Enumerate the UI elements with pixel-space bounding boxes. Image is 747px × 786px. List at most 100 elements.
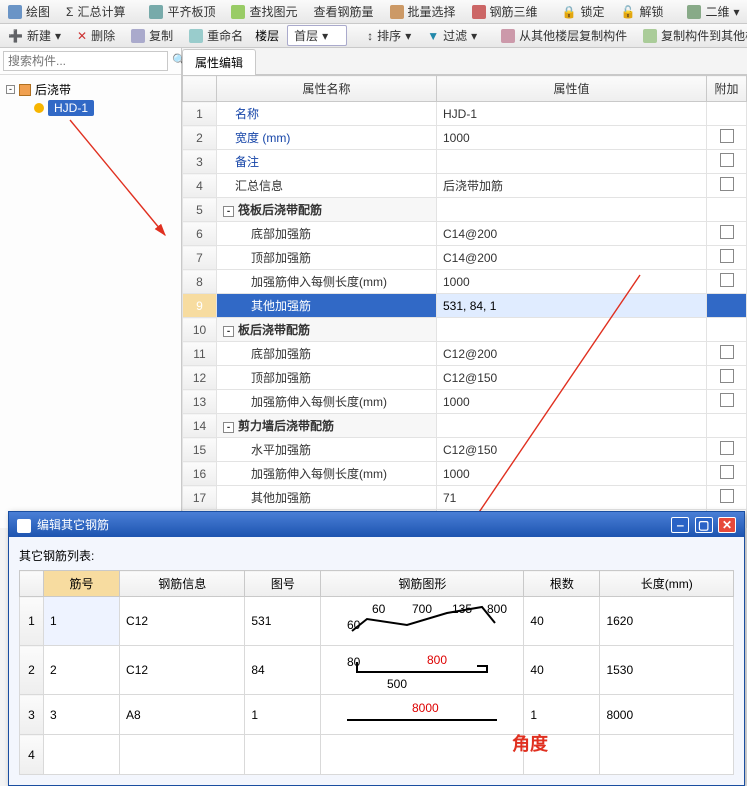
- property-row[interactable]: 1名称HJD-1: [183, 102, 747, 126]
- checkbox[interactable]: [720, 441, 734, 455]
- cell-extra[interactable]: [707, 150, 747, 174]
- checkbox[interactable]: [720, 153, 734, 167]
- tbtn-batch[interactable]: 批量选择: [386, 1, 460, 22]
- property-row[interactable]: 5-筏板后浇带配筋: [183, 198, 747, 222]
- cell-value[interactable]: 1000: [437, 270, 707, 294]
- cell-name[interactable]: -筏板后浇带配筋: [217, 198, 437, 222]
- tbtn-copyfrom[interactable]: 从其他楼层复制构件: [497, 25, 631, 46]
- cell-value[interactable]: HJD-1: [437, 102, 707, 126]
- cell-value[interactable]: [437, 150, 707, 174]
- tbtn-lock[interactable]: 🔒 锁定: [558, 1, 609, 22]
- cell-name[interactable]: 汇总信息: [217, 174, 437, 198]
- cell-name[interactable]: 其他加强筋: [217, 294, 437, 318]
- tbtn-copy[interactable]: 复制: [127, 25, 177, 46]
- cell-extra[interactable]: [707, 414, 747, 438]
- cell-len[interactable]: 1620: [600, 597, 734, 646]
- property-row[interactable]: 17其他加强筋71: [183, 486, 747, 510]
- checkbox[interactable]: [720, 465, 734, 479]
- col-count[interactable]: 根数: [524, 571, 600, 597]
- cell-extra[interactable]: [707, 342, 747, 366]
- tbtn-unlock[interactable]: 🔓 解锁: [617, 1, 668, 22]
- tbtn-draw[interactable]: 绘图: [4, 1, 54, 22]
- cell-extra[interactable]: [707, 366, 747, 390]
- cell-shape[interactable]: [321, 735, 524, 775]
- cell-name[interactable]: 顶部加强筋: [217, 366, 437, 390]
- cell-no[interactable]: 1: [44, 597, 120, 646]
- property-row[interactable]: 8加强筋伸入每侧长度(mm)1000: [183, 270, 747, 294]
- checkbox[interactable]: [720, 225, 734, 239]
- tbtn-rename[interactable]: 重命名: [185, 25, 247, 46]
- checkbox[interactable]: [720, 393, 734, 407]
- collapse-toggle[interactable]: -: [223, 326, 234, 337]
- cell-name[interactable]: 名称: [217, 102, 437, 126]
- cell-value[interactable]: C14@200: [437, 246, 707, 270]
- cell-count[interactable]: 40: [524, 646, 600, 695]
- cell-extra[interactable]: [707, 486, 747, 510]
- cell-extra[interactable]: [707, 102, 747, 126]
- cell-name[interactable]: 其他加强筋: [217, 486, 437, 510]
- property-grid[interactable]: 属性名称 属性值 附加 1名称HJD-12宽度 (mm)10003备注4汇总信息…: [182, 75, 747, 528]
- col-fig[interactable]: 图号: [245, 571, 321, 597]
- cell-extra[interactable]: [707, 246, 747, 270]
- cell-value[interactable]: C12@150: [437, 438, 707, 462]
- cell-extra[interactable]: [707, 390, 747, 414]
- cell-extra[interactable]: [707, 462, 747, 486]
- cell-fig[interactable]: 84: [245, 646, 321, 695]
- cell-extra[interactable]: [707, 126, 747, 150]
- checkbox[interactable]: [720, 177, 734, 191]
- cell-no[interactable]: 2: [44, 646, 120, 695]
- cell-name[interactable]: 水平加强筋: [217, 438, 437, 462]
- property-row[interactable]: 12顶部加强筋C12@150: [183, 366, 747, 390]
- property-row[interactable]: 7顶部加强筋C14@200: [183, 246, 747, 270]
- cell-value[interactable]: 1000: [437, 390, 707, 414]
- property-row[interactable]: 15水平加强筋C12@150: [183, 438, 747, 462]
- property-row[interactable]: 3备注: [183, 150, 747, 174]
- property-row[interactable]: 9其他加强筋531, 84, 1: [183, 294, 747, 318]
- cell-value[interactable]: C14@200: [437, 222, 707, 246]
- floor-select[interactable]: 首层 ▾: [287, 25, 347, 46]
- col-extra[interactable]: 附加: [707, 76, 747, 102]
- checkbox[interactable]: [720, 249, 734, 263]
- cell-extra[interactable]: [707, 270, 747, 294]
- cell-value[interactable]: [437, 414, 707, 438]
- max-button[interactable]: ▢: [695, 517, 713, 533]
- cell-extra[interactable]: [707, 294, 747, 318]
- property-row[interactable]: 6底部加强筋C14@200: [183, 222, 747, 246]
- property-row[interactable]: 10-板后浇带配筋: [183, 318, 747, 342]
- cell-count[interactable]: 40: [524, 597, 600, 646]
- checkbox[interactable]: [720, 273, 734, 287]
- cell-no[interactable]: [44, 735, 120, 775]
- cell-len[interactable]: 8000: [600, 695, 734, 735]
- cell-shape[interactable]: 8000: [321, 695, 524, 735]
- search-input[interactable]: [3, 51, 168, 71]
- col-len[interactable]: 长度(mm): [600, 571, 734, 597]
- cell-name[interactable]: 备注: [217, 150, 437, 174]
- dialog-titlebar[interactable]: 编辑其它钢筋 ‒ ▢ ✕: [9, 512, 744, 537]
- cell-value[interactable]: 531, 84, 1: [437, 294, 707, 318]
- tree-child[interactable]: HJD-1: [34, 100, 175, 116]
- cell-len[interactable]: 1530: [600, 646, 734, 695]
- rebar-row[interactable]: 22C128480800500 401530: [20, 646, 734, 695]
- tbtn-filter[interactable]: ▼过滤 ▾: [423, 25, 481, 46]
- rebar-row[interactable]: 4: [20, 735, 734, 775]
- cell-value[interactable]: 71: [437, 486, 707, 510]
- rebar-table[interactable]: 筋号 钢筋信息 图号 钢筋图形 根数 长度(mm) 11C12531606070…: [19, 570, 734, 775]
- property-row[interactable]: 14-剪力墙后浇带配筋: [183, 414, 747, 438]
- cell-fig[interactable]: 1: [245, 695, 321, 735]
- checkbox[interactable]: [720, 345, 734, 359]
- cell-extra[interactable]: [707, 438, 747, 462]
- cell-value[interactable]: C12@150: [437, 366, 707, 390]
- tbtn-sort[interactable]: ↕ 排序 ▾: [363, 25, 415, 46]
- cell-extra[interactable]: [707, 198, 747, 222]
- cell-name[interactable]: 加强筋伸入每侧长度(mm): [217, 462, 437, 486]
- cell-info[interactable]: A8: [120, 695, 245, 735]
- cell-value[interactable]: 1000: [437, 462, 707, 486]
- cell-extra[interactable]: [707, 222, 747, 246]
- checkbox[interactable]: [720, 129, 734, 143]
- cell-name[interactable]: -剪力墙后浇带配筋: [217, 414, 437, 438]
- cell-name[interactable]: 底部加强筋: [217, 222, 437, 246]
- tbtn-sum[interactable]: Σ 汇总计算: [62, 1, 129, 22]
- tbtn-flush[interactable]: 平齐板顶: [145, 1, 219, 22]
- cell-extra[interactable]: [707, 318, 747, 342]
- tbtn-3d[interactable]: 钢筋三维: [468, 1, 542, 22]
